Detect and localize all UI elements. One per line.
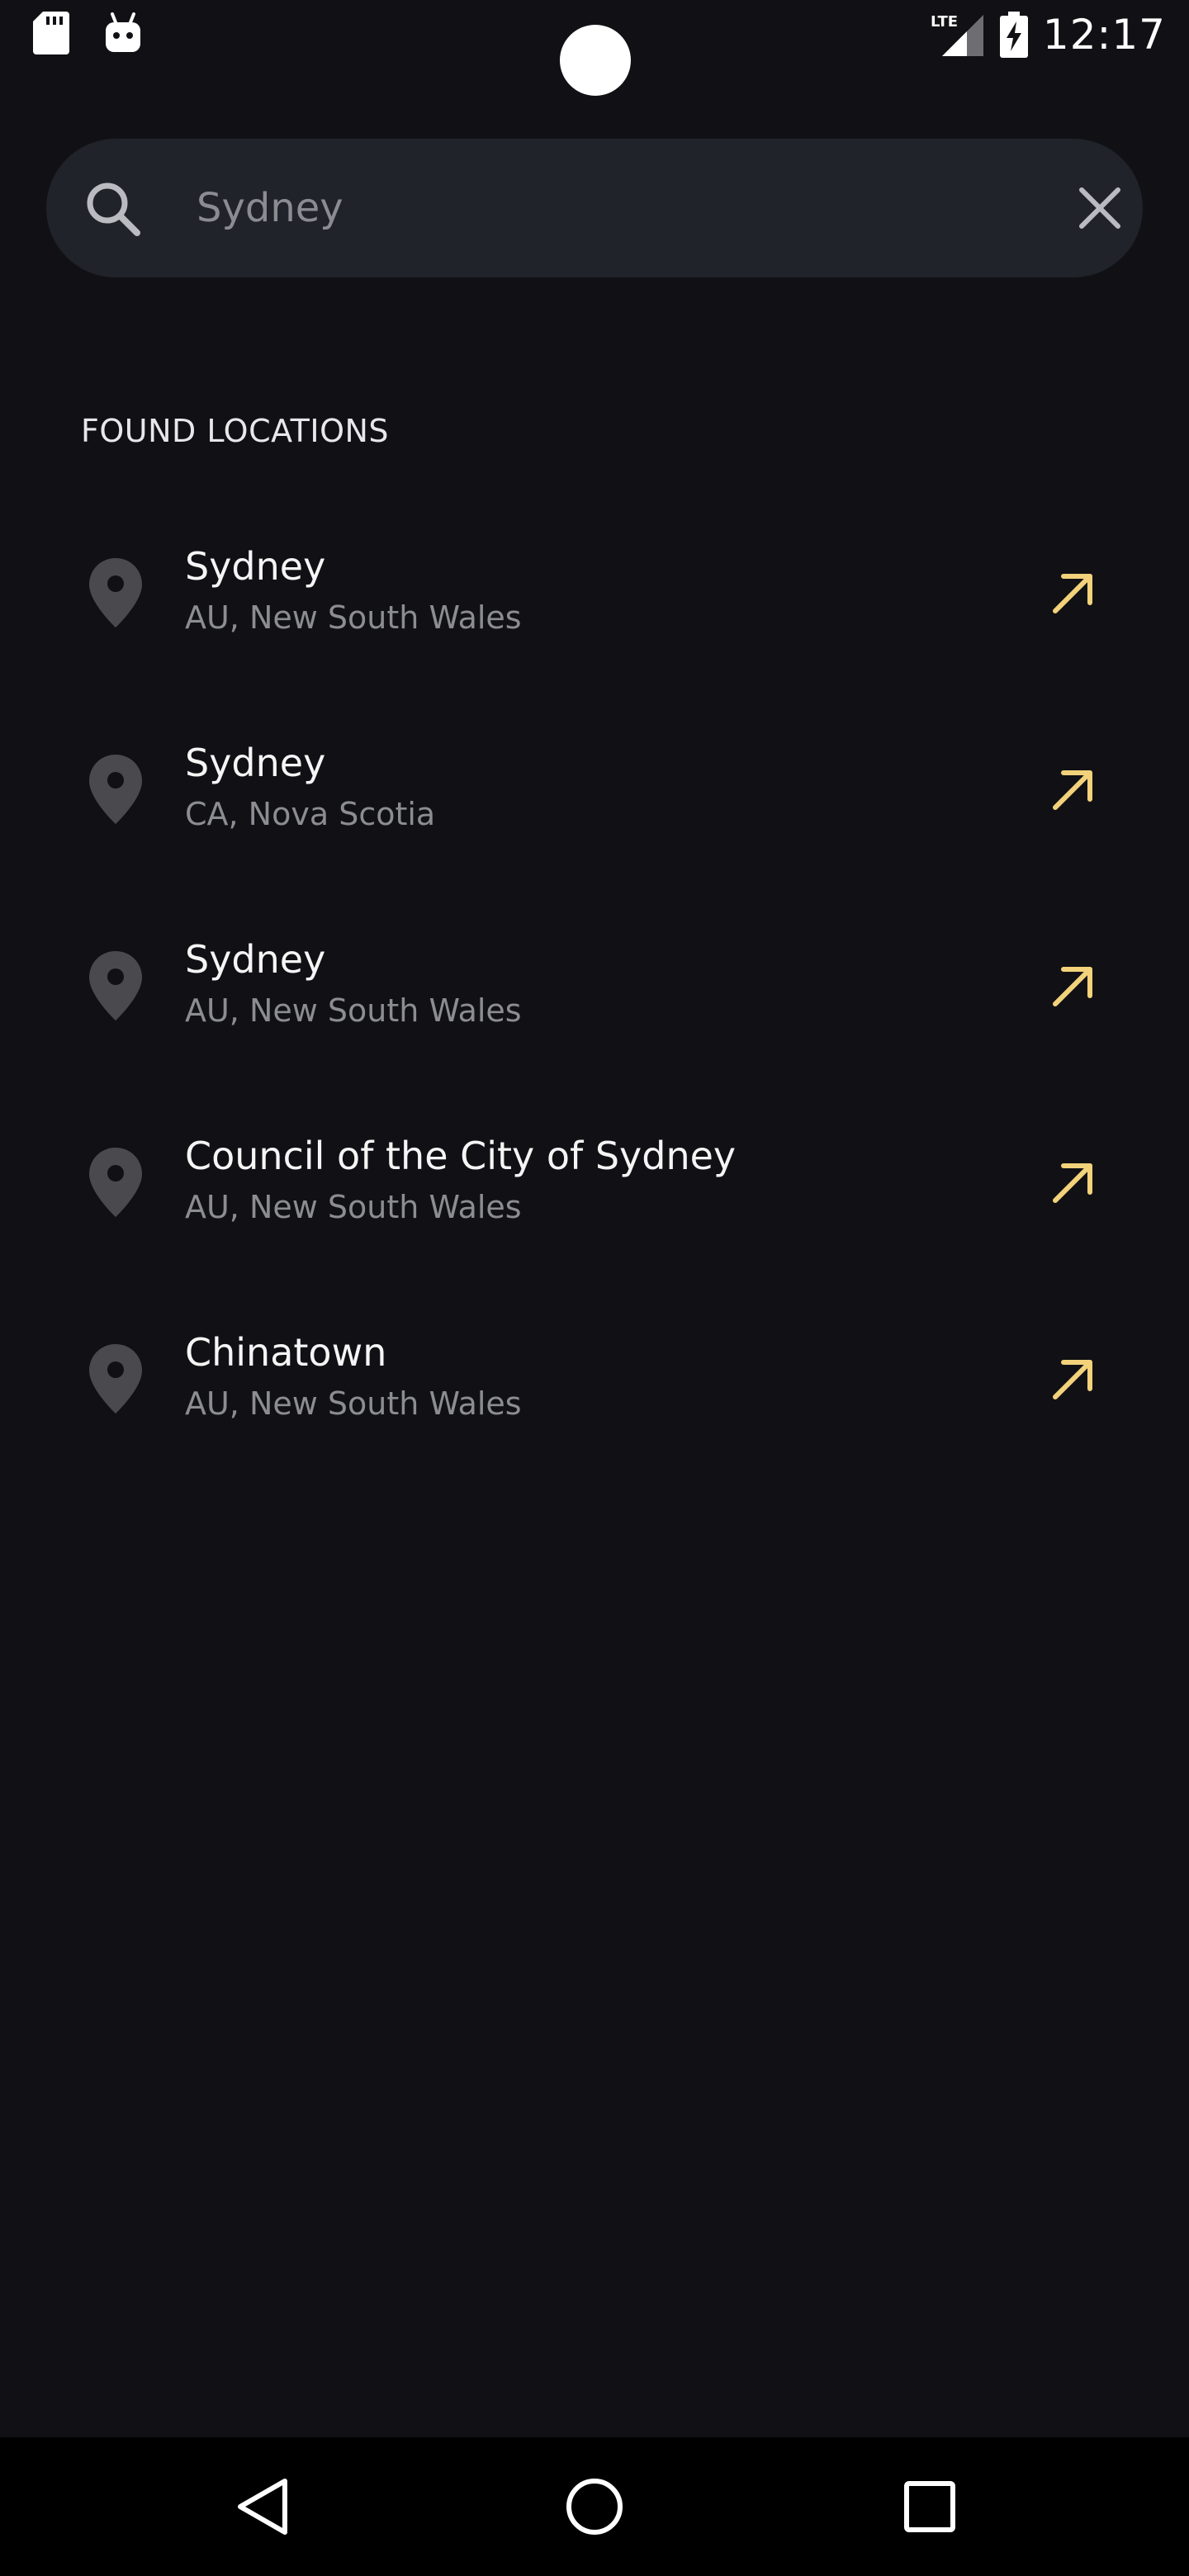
signal-icon: LTE [931,13,983,56]
result-text: Chinatown AU, New South Wales [185,1329,522,1425]
result-name: Sydney [185,544,326,589]
camera-cutout [560,25,631,96]
arrow-up-right-icon[interactable] [1049,1354,1098,1404]
result-name: Council of the City of Sydney [185,1134,737,1178]
result-detail: AU, New South Wales [185,992,522,1029]
status-right: LTE 12:17 [931,8,1166,61]
back-icon [238,2479,287,2535]
result-name: Sydney [185,741,326,785]
status-time: 12:17 [1042,11,1166,59]
status-bar: LTE 12:17 [0,0,1189,96]
location-pin-icon [89,558,142,627]
location-result-item[interactable]: Sydney AU, New South Wales [0,494,1189,690]
arrow-up-right-icon[interactable] [1049,568,1098,618]
clear-search-button[interactable] [1067,175,1133,241]
home-icon [566,2479,623,2535]
search-bar[interactable] [46,139,1143,277]
nav-back-button[interactable] [226,2470,299,2543]
result-detail: AU, New South Wales [185,1189,522,1225]
result-text: Sydney AU, New South Wales [185,936,522,1032]
nav-home-button[interactable] [558,2470,631,2543]
result-detail: AU, New South Wales [185,599,522,636]
android-debug-icon [106,12,140,52]
result-name: Chinatown [185,1330,387,1375]
location-result-item[interactable]: Sydney AU, New South Wales [0,887,1189,1083]
location-pin-icon [89,755,142,824]
location-result-item[interactable]: Sydney CA, Nova Scotia [0,690,1189,887]
nav-recents-button[interactable] [893,2470,966,2543]
location-result-item[interactable]: Chinatown AU, New South Wales [0,1280,1189,1476]
network-type-label: LTE [931,13,958,31]
recents-icon [904,2481,955,2532]
arrow-up-right-icon[interactable] [1049,1158,1098,1207]
result-name: Sydney [185,937,326,982]
result-text: Council of the City of Sydney AU, New So… [185,1133,736,1229]
app-screen: LTE 12:17 FOUND LOCATIONS [0,0,1189,2576]
result-text: Sydney CA, Nova Scotia [185,740,435,836]
location-pin-icon [89,951,142,1020]
search-icon[interactable] [84,180,142,238]
sd-card-icon [33,12,69,54]
arrow-up-right-icon[interactable] [1049,961,1098,1011]
location-pin-icon [89,1148,142,1217]
result-detail: AU, New South Wales [185,1385,522,1422]
status-left-icons [33,12,142,54]
search-input[interactable] [197,175,1022,241]
battery-charging-icon [999,12,1028,58]
close-icon [1079,187,1120,229]
location-pin-icon [89,1344,142,1413]
result-detail: CA, Nova Scotia [185,796,436,832]
section-header: FOUND LOCATIONS [81,413,390,449]
result-text: Sydney AU, New South Wales [185,543,522,639]
location-result-item[interactable]: Council of the City of Sydney AU, New So… [0,1083,1189,1280]
results-list: Sydney AU, New South Wales Sydney CA, No… [0,494,1189,1476]
arrow-up-right-icon[interactable] [1049,765,1098,814]
system-nav-bar [0,2437,1189,2576]
